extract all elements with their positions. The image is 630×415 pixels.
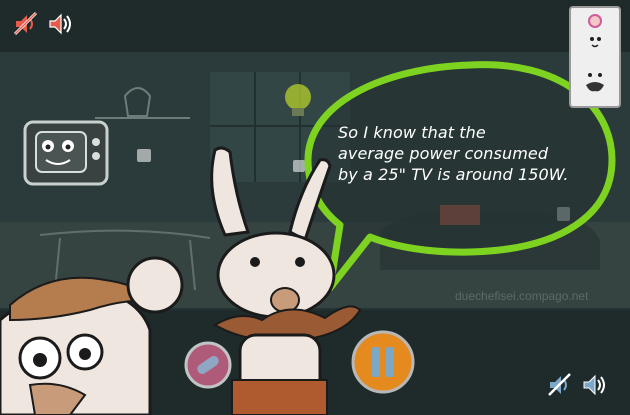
- game-scene: [0, 52, 630, 415]
- hint-card[interactable]: [568, 5, 622, 109]
- inventory-item-button[interactable]: [184, 340, 232, 390]
- pause-button[interactable]: [351, 330, 415, 394]
- dialogue-text: So I know that the average power consume…: [338, 122, 608, 185]
- speaker-icon[interactable]: [46, 10, 74, 38]
- dialogue-line-2: average power consumed: [338, 144, 549, 163]
- dialogue-line-1: So I know that the: [338, 123, 486, 142]
- pause-icon: [372, 347, 380, 377]
- muted-speaker-icon[interactable]: [12, 10, 40, 38]
- dialogue-line-3: by a 25" TV is around 150W.: [338, 165, 569, 184]
- watermark: duechefisei.compago.net: [455, 289, 589, 303]
- muted-speaker-icon[interactable]: [546, 371, 574, 399]
- tv-character: [23, 120, 109, 186]
- speaker-icon[interactable]: [580, 371, 608, 399]
